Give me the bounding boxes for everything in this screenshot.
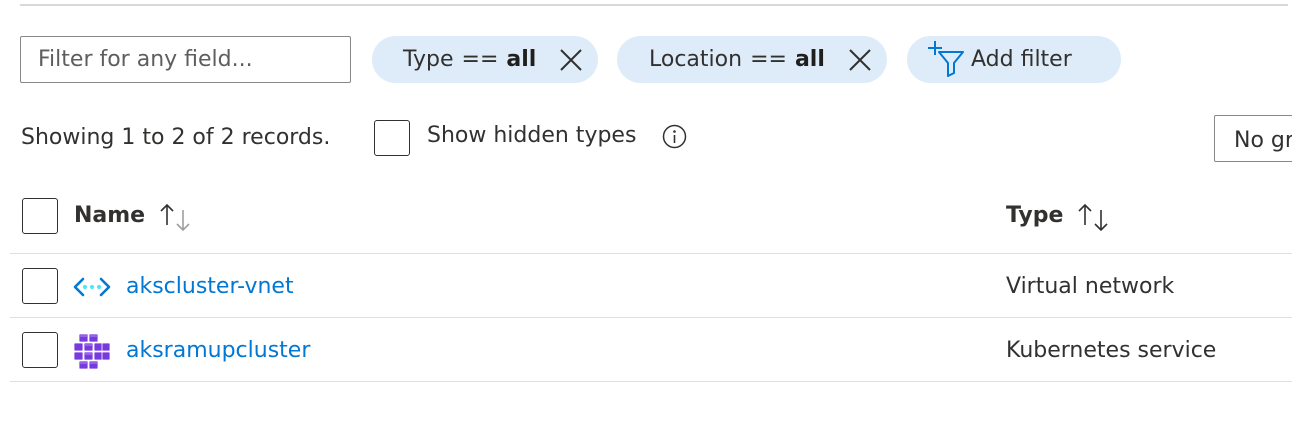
location-filter-key: Location [649, 47, 743, 72]
top-divider [20, 4, 1288, 6]
sort-icon[interactable] [1076, 202, 1114, 232]
location-filter-value: all [794, 47, 825, 72]
column-header-name[interactable]: Name [74, 203, 145, 228]
location-filter-operator: == [750, 47, 787, 72]
row-divider [10, 317, 1292, 318]
close-icon[interactable] [848, 48, 872, 72]
column-header-type[interactable]: Type [1006, 203, 1063, 228]
type-filter-pill[interactable]: Type == all [372, 36, 598, 83]
grouping-value: No grouping [1234, 128, 1292, 153]
select-all-checkbox[interactable] [22, 198, 58, 234]
sort-ascending-icon[interactable] [158, 202, 196, 232]
resource-list-view: Type == all Location == all Add filter S… [0, 0, 1292, 423]
info-icon[interactable] [662, 124, 687, 149]
filter-input[interactable] [20, 36, 351, 83]
resource-type: Virtual network [1006, 274, 1175, 299]
type-filter-operator: == [461, 47, 499, 72]
row-divider [10, 381, 1292, 382]
type-filter-key: Type [403, 47, 454, 72]
records-count: Showing 1 to 2 of 2 records. [21, 125, 331, 150]
resource-type: Kubernetes service [1006, 338, 1217, 363]
location-filter-pill[interactable]: Location == all [617, 36, 887, 83]
close-icon[interactable] [559, 48, 583, 72]
show-hidden-types-checkbox[interactable] [374, 120, 410, 156]
grouping-dropdown[interactable]: No grouping [1214, 115, 1292, 162]
add-filter-icon [928, 40, 964, 77]
add-filter-label: Add filter [971, 47, 1072, 72]
add-filter-button[interactable]: Add filter [907, 36, 1121, 83]
resource-link[interactable]: aksramupcluster [126, 338, 310, 363]
type-filter-value: all [506, 47, 537, 72]
kubernetes-service-icon [73, 333, 111, 370]
row-divider [10, 253, 1292, 254]
row-checkbox[interactable] [22, 332, 58, 368]
resource-link[interactable]: akscluster-vnet [126, 274, 294, 299]
row-checkbox[interactable] [22, 268, 58, 304]
show-hidden-types-label[interactable]: Show hidden types [427, 123, 636, 148]
virtual-network-icon [73, 277, 111, 297]
